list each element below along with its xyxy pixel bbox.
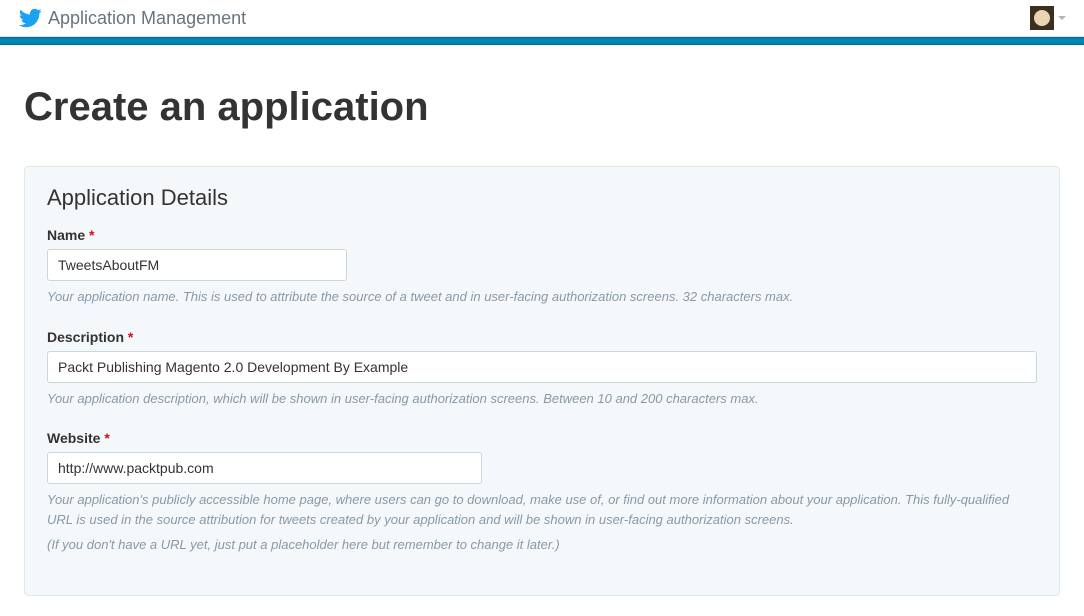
- required-mark: *: [128, 329, 133, 345]
- name-label: Name *: [47, 227, 1037, 243]
- panel-heading: Application Details: [47, 185, 1037, 211]
- required-mark: *: [89, 227, 94, 243]
- user-menu[interactable]: [1030, 6, 1066, 30]
- website-label: Website *: [47, 430, 1037, 446]
- app-details-panel: Application Details Name * Your applicat…: [24, 166, 1060, 596]
- description-label-text: Description: [47, 329, 124, 345]
- chevron-down-icon: [1058, 16, 1066, 20]
- topbar: Application Management: [0, 0, 1084, 37]
- topbar-left: Application Management: [18, 6, 246, 30]
- website-help-1: Your application's publicly accessible h…: [47, 490, 1037, 529]
- accent-bar: [0, 37, 1084, 45]
- description-help: Your application description, which will…: [47, 389, 1037, 409]
- required-mark: *: [104, 430, 109, 446]
- content: Create an application Application Detail…: [0, 45, 1084, 616]
- app-title: Application Management: [48, 8, 246, 29]
- twitter-icon: [18, 6, 42, 30]
- name-label-text: Name: [47, 227, 85, 243]
- name-input[interactable]: [47, 249, 347, 281]
- page-title: Create an application: [24, 85, 1060, 130]
- website-help-2: (If you don't have a URL yet, just put a…: [47, 535, 1037, 555]
- name-help: Your application name. This is used to a…: [47, 287, 1037, 307]
- description-group: Description * Your application descripti…: [47, 329, 1037, 409]
- description-label: Description *: [47, 329, 1037, 345]
- website-input[interactable]: [47, 452, 482, 484]
- description-input[interactable]: [47, 351, 1037, 383]
- website-group: Website * Your application's publicly ac…: [47, 430, 1037, 555]
- avatar: [1030, 6, 1054, 30]
- website-label-text: Website: [47, 430, 100, 446]
- name-group: Name * Your application name. This is us…: [47, 227, 1037, 307]
